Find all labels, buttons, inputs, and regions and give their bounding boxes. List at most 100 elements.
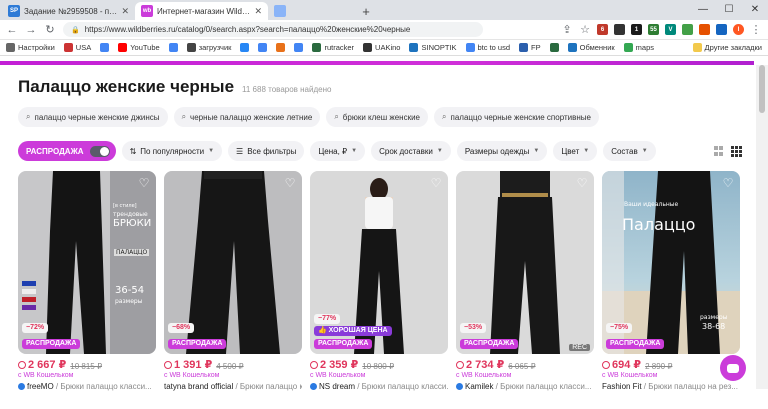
avatar[interactable]: I: [733, 24, 744, 35]
reload-icon[interactable]: ↻: [44, 23, 56, 36]
extension-icon[interactable]: [682, 24, 693, 35]
good-price-label: ХОРОШАЯ ЦЕНА: [328, 327, 388, 334]
color-filter[interactable]: Цвет ▼: [553, 141, 598, 161]
size-filter[interactable]: Размеры одежды ▼: [456, 141, 548, 161]
address-input[interactable]: 🔒 https://www.wildberries.ru/catalog/0/s…: [63, 22, 483, 37]
favorite-heart-icon[interactable]: ♡: [574, 175, 590, 191]
tab-favicon: wb: [141, 5, 153, 17]
sale-toggle[interactable]: РАСПРОДАЖА: [18, 141, 116, 161]
verified-icon: [18, 383, 25, 390]
chevron-down-icon: ▼: [641, 148, 648, 154]
grid-small-icon[interactable]: [731, 145, 742, 157]
extension-icon[interactable]: [716, 24, 727, 35]
bookmark-item[interactable]: загрузчик: [186, 43, 231, 52]
bookmark-item[interactable]: Обменник: [567, 43, 615, 52]
bookmark-item[interactable]: rutracker: [312, 43, 354, 52]
page-scrollbar[interactable]: [756, 65, 768, 389]
product-card[interactable]: ♡ −53% РАСПРОДАЖА REC 2 734 ₽ 6 065 ₽ с …: [456, 171, 594, 391]
suggestion-chip[interactable]: ⌕ брюки клеш женские: [326, 107, 429, 127]
overlay-text: [в стиле]: [113, 203, 137, 209]
forward-icon[interactable]: →: [25, 24, 37, 36]
bookmark-item[interactable]: [549, 43, 559, 52]
sort-dropdown[interactable]: ⇅ По популярности ▼: [121, 141, 223, 161]
product-name: / Брюки палаццо класси...: [235, 382, 302, 391]
tab-title: Задание №2959508 - просмотр з...: [24, 6, 117, 16]
scrollbar-thumb[interactable]: [759, 65, 765, 113]
star-icon[interactable]: ☆: [579, 23, 591, 36]
product-card[interactable]: ♡ −68% РАСПРОДАЖА 1 391 ₽ 4 500 ₽ с WB К…: [164, 171, 302, 391]
price: 2 734 ₽: [456, 358, 504, 371]
bookmark-item[interactable]: [168, 43, 178, 52]
wallet-icon: [456, 360, 464, 369]
bookmark-item[interactable]: [100, 43, 110, 52]
product-image[interactable]: ♡ −53% РАСПРОДАЖА REC: [456, 171, 594, 354]
favorite-heart-icon[interactable]: ♡: [282, 175, 298, 191]
maximize-icon[interactable]: ☐: [716, 0, 742, 20]
product-card[interactable]: Ваши идеальные Палаццо размеры 38-68 ♡ −…: [602, 171, 740, 391]
product-card[interactable]: ♡ −77% 👍 ХОРОШАЯ ЦЕНА РАСПРОДАЖА 2 359 ₽…: [310, 171, 448, 391]
minimize-icon[interactable]: —: [690, 0, 716, 20]
bookmark-item[interactable]: UAKino: [363, 43, 400, 52]
lock-icon: 🔒: [71, 26, 80, 34]
price-filter[interactable]: Цена, ₽ ▼: [310, 141, 366, 161]
product-image[interactable]: ♡ −68% РАСПРОДАЖА: [164, 171, 302, 354]
product-name: / Брюки палаццо на рез...: [641, 382, 738, 391]
chat-button[interactable]: [720, 355, 746, 381]
all-filters-button[interactable]: ☰ Все фильтры: [228, 141, 305, 161]
star-icon: [567, 43, 577, 52]
close-icon[interactable]: ✕: [121, 6, 129, 17]
product-title[interactable]: NS dream / Брюки палаццо класси...: [310, 382, 448, 391]
wallet-icon: [602, 360, 610, 369]
price: 2 667 ₽: [18, 358, 66, 371]
share-icon[interactable]: ⇪: [561, 23, 573, 36]
bookmark-item[interactable]: Настройки: [6, 43, 55, 52]
browser-tab-active[interactable]: wb Интернет-магазин Wildberries: ш... ✕: [135, 2, 268, 20]
bookmark-item[interactable]: [276, 43, 286, 52]
extension-icon[interactable]: 6: [597, 24, 608, 35]
favorite-heart-icon[interactable]: ♡: [720, 175, 736, 191]
bookmark-item[interactable]: maps: [623, 43, 654, 52]
close-window-icon[interactable]: ✕: [742, 0, 768, 20]
product-card[interactable]: [в стиле] трендовые БРЮКИ ПАЛАЦЦО 36-54 …: [18, 171, 156, 391]
extension-icon[interactable]: V: [665, 24, 676, 35]
product-image[interactable]: ♡ −77% 👍 ХОРОШАЯ ЦЕНА РАСПРОДАЖА: [310, 171, 448, 354]
extension-icon[interactable]: [699, 24, 710, 35]
bookmark-item[interactable]: [294, 43, 304, 52]
bookmark-item[interactable]: [258, 43, 268, 52]
suggestion-chip[interactable]: ⌕ черные палаццо женские летние: [173, 107, 321, 127]
favorite-heart-icon[interactable]: ♡: [428, 175, 444, 191]
toggle-switch[interactable]: [89, 145, 110, 157]
bookmark-item[interactable]: YouTube: [118, 43, 160, 52]
browser-tab[interactable]: [268, 2, 358, 20]
new-tab-button[interactable]: +: [358, 3, 374, 19]
other-bookmarks[interactable]: Другие закладки: [692, 43, 762, 52]
product-title[interactable]: freeMO / Брюки палаццо класси...: [18, 382, 156, 391]
extension-icon[interactable]: 1: [631, 24, 642, 35]
browser-tab[interactable]: SP Задание №2959508 - просмотр з... ✕: [2, 2, 135, 20]
bookmark-item[interactable]: USA: [63, 43, 91, 52]
product-title[interactable]: tatyna brand official / Брюки палаццо кл…: [164, 382, 302, 391]
close-icon[interactable]: ✕: [254, 6, 262, 17]
folder-icon: [692, 43, 702, 52]
bookmark-item[interactable]: SINOPTIK: [409, 43, 457, 52]
composition-filter[interactable]: Состав ▼: [603, 141, 656, 161]
bookmark-item[interactable]: FP: [519, 43, 541, 52]
delivery-filter[interactable]: Срок доставки ▼: [371, 141, 451, 161]
product-image[interactable]: Ваши идеальные Палаццо размеры 38-68 ♡ −…: [602, 171, 740, 354]
extension-icon[interactable]: [614, 24, 625, 35]
menu-icon[interactable]: ⋮: [750, 23, 762, 36]
price-value: 694 ₽: [612, 359, 642, 371]
product-title[interactable]: Fashion Fit / Брюки палаццо на рез...: [602, 382, 740, 391]
overlay-text: 38-68: [702, 322, 726, 331]
product-image[interactable]: [в стиле] трендовые БРЮКИ ПАЛАЦЦО 36-54 …: [18, 171, 156, 354]
suggestion-chip[interactable]: ⌕ палаццо черные женские джинсы: [18, 107, 168, 127]
bookmark-label: Обменник: [579, 43, 615, 52]
bookmark-item[interactable]: btc to usd: [465, 43, 510, 52]
extension-icon[interactable]: 55: [648, 24, 659, 35]
product-title[interactable]: Kamilek / Брюки палаццо класси...: [456, 382, 594, 391]
back-icon[interactable]: ←: [6, 24, 18, 36]
grid-large-icon[interactable]: [714, 145, 723, 157]
suggestion-chip[interactable]: ⌕ палаццо черные женские спортивные: [434, 107, 599, 127]
favorite-heart-icon[interactable]: ♡: [136, 175, 152, 191]
bookmark-item[interactable]: [240, 43, 250, 52]
